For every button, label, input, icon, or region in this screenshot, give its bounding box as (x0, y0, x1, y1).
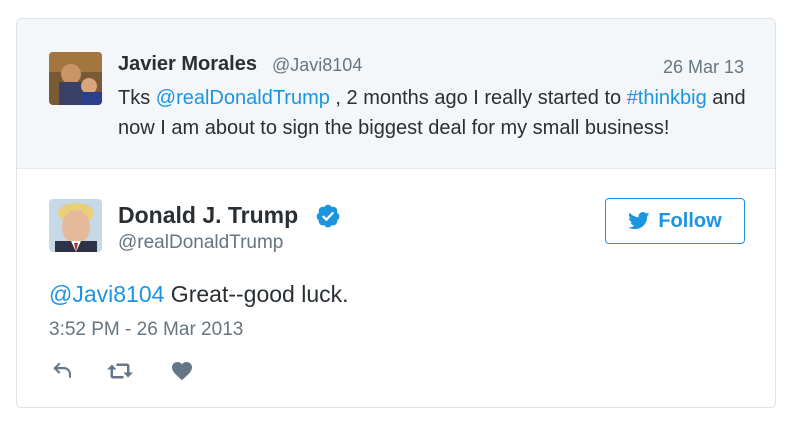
quoted-tweet-date[interactable]: 26 Mar 13 (663, 57, 744, 78)
embedded-tweet-card: Javier Morales @Javi8104 26 Mar 13 Tks @… (16, 18, 776, 408)
quoted-text-part: Tks (118, 87, 156, 109)
tweet-timestamp[interactable]: 3:52 PM - 26 Mar 2013 (49, 319, 243, 341)
follow-button[interactable]: Follow (605, 198, 745, 244)
author-name[interactable]: Donald J. Trump (118, 202, 298, 229)
author-handle[interactable]: @realDonaldTrump (118, 232, 283, 254)
hashtag-link-thinkbig[interactable]: #thinkbig (627, 87, 707, 109)
quoted-tweet[interactable]: Javier Morales @Javi8104 26 Mar 13 Tks @… (17, 19, 775, 169)
twitter-bird-icon (628, 212, 650, 230)
follow-button-label: Follow (658, 209, 722, 232)
reply-icon[interactable] (49, 359, 75, 383)
like-icon[interactable] (169, 359, 195, 383)
tweet-text: @Javi8104 Great--good luck. (49, 281, 349, 308)
retweet-icon[interactable] (105, 359, 135, 383)
quoted-text-part: , 2 months ago I really started to (329, 87, 627, 109)
verified-badge-icon (315, 203, 341, 229)
quoted-author-name[interactable]: Javier Morales (118, 53, 257, 76)
quoted-author-avatar[interactable] (49, 52, 102, 105)
author-avatar[interactable] (49, 199, 102, 252)
tweet-body: Great--good luck. (164, 281, 349, 307)
quoted-tweet-text: Tks @realDonaldTrump , 2 months ago I re… (118, 83, 758, 143)
mention-link-realdonaldtrump[interactable]: @realDonaldTrump (156, 87, 330, 109)
quoted-author-handle[interactable]: @Javi8104 (272, 55, 362, 76)
mention-link-javi8104[interactable]: @Javi8104 (49, 281, 164, 307)
